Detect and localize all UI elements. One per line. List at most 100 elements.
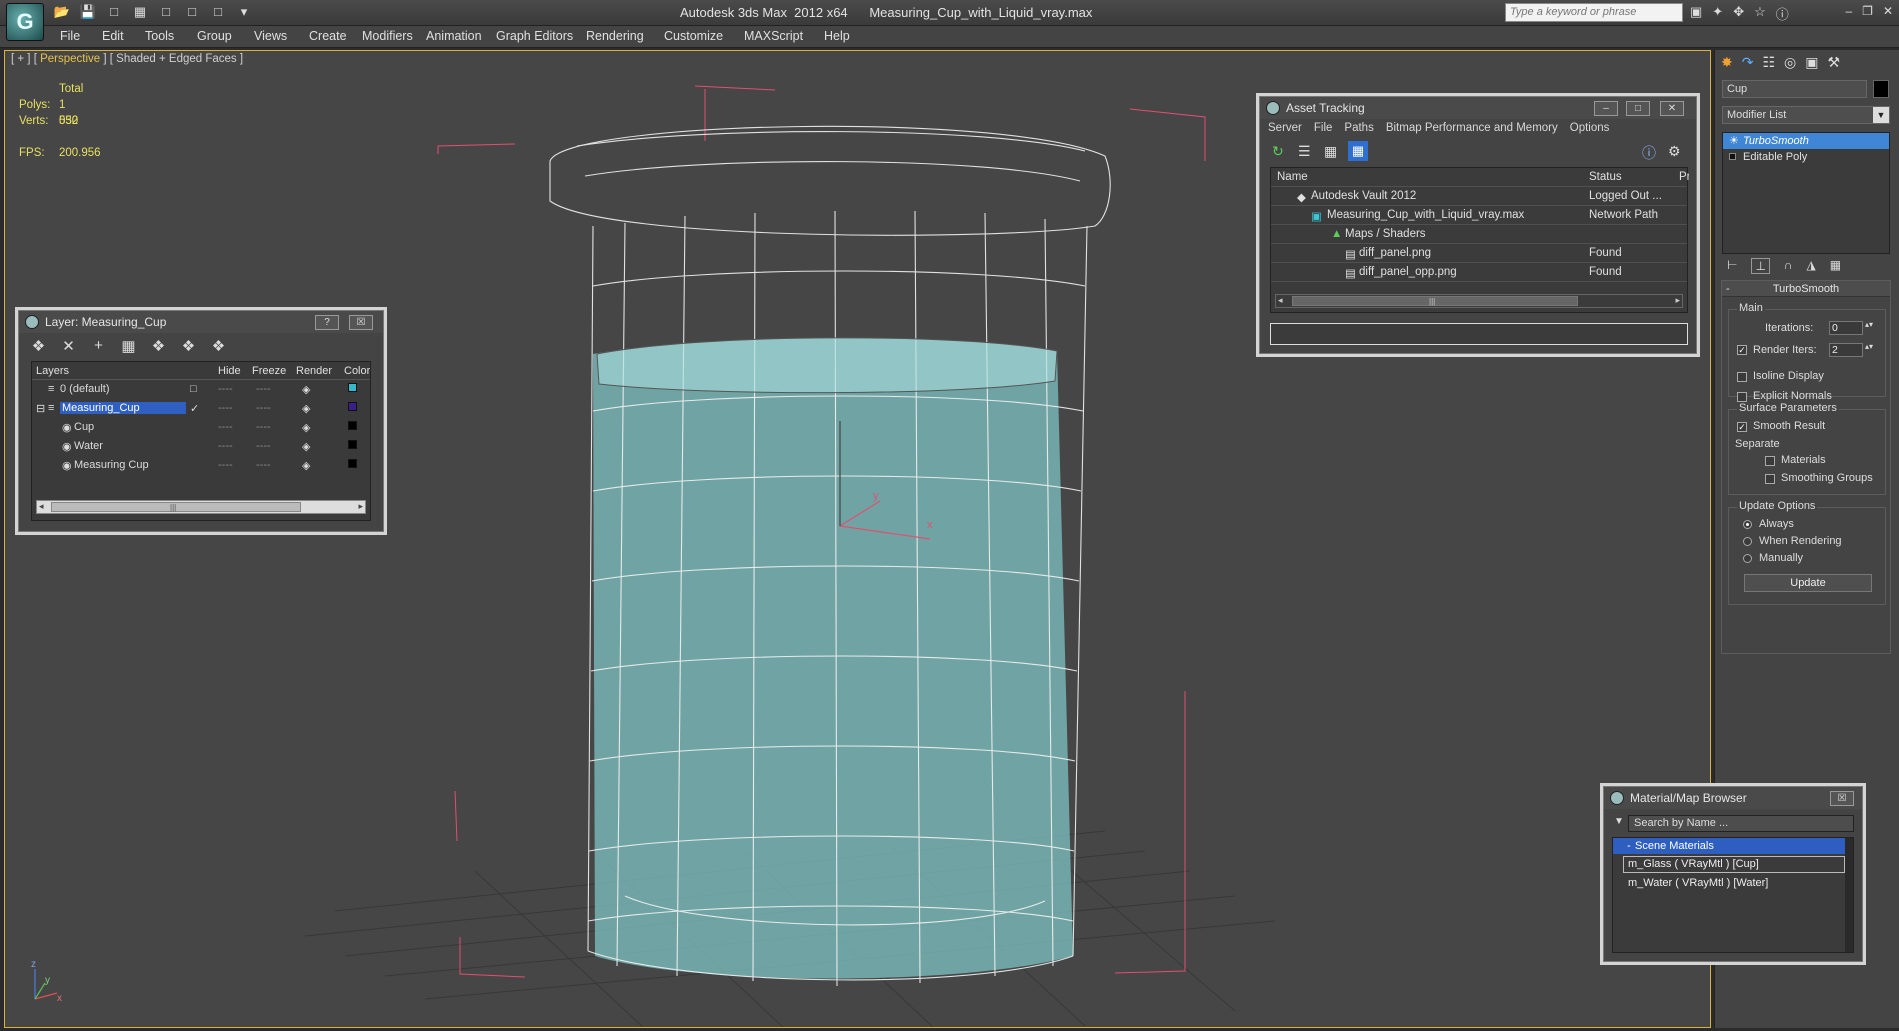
render-iters-checkbox[interactable]: ✓ <box>1737 345 1747 355</box>
at-close-button[interactable]: ✕ <box>1660 101 1684 116</box>
freeze-toggle[interactable]: ---- <box>256 402 271 414</box>
rollout-collapse[interactable]: - <box>1726 281 1730 297</box>
at-menu-file[interactable]: File <box>1314 122 1333 136</box>
project-icon[interactable]: □ <box>208 3 228 21</box>
render-iters-spinner[interactable]: 2 <box>1829 343 1863 357</box>
col-render[interactable]: Render <box>296 365 332 377</box>
stack-item-editable-poly[interactable]: Editable Poly <box>1723 149 1889 165</box>
satellite-icon[interactable]: ✥ <box>1733 4 1744 23</box>
render-teapot-icon[interactable]: ◈ <box>302 383 310 396</box>
close-icon[interactable]: ✕ <box>1883 4 1893 18</box>
menu-animation[interactable]: Animation <box>426 29 482 43</box>
new-icon[interactable]: □ <box>104 3 124 21</box>
menu-modifiers[interactable]: Modifiers <box>362 29 413 43</box>
always-radio[interactable] <box>1743 520 1752 529</box>
material-list-scrollbar[interactable] <box>1845 838 1853 952</box>
when-rendering-radio[interactable] <box>1743 537 1752 546</box>
dropdown-arrow-icon[interactable]: ▼ <box>1873 107 1889 123</box>
iterations-spinner[interactable]: 0 <box>1829 321 1863 335</box>
make-unique-icon[interactable]: ∩ <box>1784 258 1793 274</box>
modifier-list-dropdown[interactable]: Modifier List ▼ <box>1722 106 1890 124</box>
create-tab-icon[interactable]: ✸ <box>1721 54 1733 72</box>
minimize-icon[interactable]: – <box>1845 4 1852 18</box>
object-row-water[interactable]: ◉ Water ---- ---- ◈ <box>32 437 370 456</box>
layer-row-default[interactable]: ≡ 0 (default) □ ---- ---- ◈ <box>32 380 370 399</box>
undo-icon[interactable]: □ <box>156 3 176 21</box>
freeze-toggle[interactable]: ---- <box>256 459 271 471</box>
scrollbar-thumb[interactable]: ||| <box>51 502 301 512</box>
create-layer-icon[interactable]: ❖ <box>29 337 48 355</box>
remove-modifier-icon[interactable]: ◮ <box>1807 258 1816 274</box>
asset-path-field[interactable] <box>1270 323 1688 345</box>
scroll-left-arrow[interactable]: ◂ <box>1278 295 1283 306</box>
update-button[interactable]: Update <box>1744 574 1872 592</box>
col-layers[interactable]: Layers <box>36 365 69 377</box>
freeze-toggle[interactable]: ---- <box>256 421 271 433</box>
hide-toggle[interactable]: ---- <box>218 440 233 452</box>
render-iters-spinner-arrows[interactable]: ▴▾ <box>1865 342 1873 351</box>
open-icon[interactable]: 📂 <box>52 3 72 21</box>
object-row-measuring-cup[interactable]: ◉ Measuring Cup ---- ---- ◈ <box>32 456 370 475</box>
object-color-swatch[interactable] <box>348 421 357 430</box>
smooth-result-checkbox[interactable]: ✓ <box>1737 422 1747 432</box>
render-teapot-icon[interactable]: ◈ <box>302 421 310 434</box>
at-menu-server[interactable]: Server <box>1268 122 1302 136</box>
pin-stack-icon[interactable]: ⊢ <box>1727 258 1737 274</box>
menu-help[interactable]: Help <box>824 29 850 43</box>
render-teapot-icon[interactable]: ◈ <box>302 459 310 472</box>
scrollbar-thumb[interactable]: ||| <box>1292 296 1578 306</box>
hide-toggle[interactable]: ---- <box>218 402 233 414</box>
asset-row[interactable]: ▤ diff_panel_opp.png Found <box>1271 263 1687 282</box>
stack-item-turbosmooth[interactable]: ☀ TurboSmooth <box>1723 133 1889 149</box>
layer-row-measuring-cup[interactable]: ⊟ ≡ Measuring_Cup ✓ ---- ---- ◈ <box>32 399 370 418</box>
col-hide[interactable]: Hide <box>218 365 241 377</box>
isoline-display-checkbox[interactable] <box>1737 372 1747 382</box>
vault-settings-icon[interactable]: ⚙ <box>1668 143 1681 160</box>
restore-icon[interactable]: ❐ <box>1862 4 1873 18</box>
refresh-icon[interactable]: ↻ <box>1272 143 1284 160</box>
at-minimize-button[interactable]: – <box>1594 101 1618 116</box>
freeze-all-icon[interactable]: ❖ <box>209 337 228 355</box>
menu-file[interactable]: File <box>60 29 80 43</box>
smoothing-groups-checkbox[interactable] <box>1765 474 1775 484</box>
menu-customize[interactable]: Customize <box>664 29 723 43</box>
select-objects-icon[interactable]: ▦ <box>119 337 138 355</box>
hide-toggle[interactable]: ---- <box>218 459 233 471</box>
mb-close-button[interactable]: ☒ <box>1830 791 1854 806</box>
lightbulb-icon[interactable]: ☀ <box>1729 133 1739 149</box>
materials-checkbox[interactable] <box>1765 456 1775 466</box>
scene-materials-group[interactable]: - Scene Materials <box>1613 838 1853 854</box>
menu-group[interactable]: Group <box>197 29 232 43</box>
tree-view-icon[interactable]: ▦ <box>1324 143 1337 160</box>
filter-dropdown-icon[interactable]: ▼ <box>1614 816 1624 827</box>
menu-create[interactable]: Create <box>309 29 347 43</box>
save-icon[interactable]: 💾 <box>78 3 98 21</box>
tools-icon[interactable]: ✦ <box>1712 4 1723 23</box>
material-item-glass[interactable]: m_Glass ( VRayMtl ) [Cup] <box>1623 856 1845 873</box>
help-icon[interactable]: ⓘ <box>1776 4 1789 23</box>
at-menu-paths[interactable]: Paths <box>1344 122 1373 136</box>
vault-help-icon[interactable]: ⓘ <box>1642 143 1656 163</box>
object-color-swatch[interactable] <box>348 440 357 449</box>
modify-tab-icon[interactable]: ↷ <box>1742 54 1754 72</box>
help-search-input[interactable]: Type a keyword or phrase <box>1505 3 1683 22</box>
active-layer-box-icon[interactable]: □ <box>190 383 197 395</box>
highlight-layer-icon[interactable]: ❖ <box>149 337 168 355</box>
redo-icon[interactable]: □ <box>182 3 202 21</box>
object-row-cup[interactable]: ◉ Cup ---- ---- ◈ <box>32 418 370 437</box>
at-maximize-button[interactable]: □ <box>1626 101 1650 116</box>
menu-rendering[interactable]: Rendering <box>586 29 644 43</box>
scroll-left-arrow[interactable]: ◂ <box>39 501 44 512</box>
delete-layer-icon[interactable]: ✕ <box>59 337 78 355</box>
explicit-normals-checkbox[interactable] <box>1737 392 1747 402</box>
motion-tab-icon[interactable]: ◎ <box>1784 54 1796 72</box>
active-layer-check-icon[interactable]: ✓ <box>190 402 199 415</box>
menu-graph-editors[interactable]: Graph Editors <box>496 29 573 43</box>
hide-all-icon[interactable]: ❖ <box>179 337 198 355</box>
scroll-right-arrow[interactable]: ▸ <box>358 501 363 512</box>
render-teapot-icon[interactable]: ◈ <box>302 440 310 453</box>
material-search-input[interactable]: Search by Name ... <box>1628 815 1854 832</box>
col-color[interactable]: Color <box>344 365 370 377</box>
layer-close-button[interactable]: ☒ <box>349 315 373 330</box>
asset-horizontal-scrollbar[interactable]: ◂ ||| ▸ <box>1275 294 1683 308</box>
